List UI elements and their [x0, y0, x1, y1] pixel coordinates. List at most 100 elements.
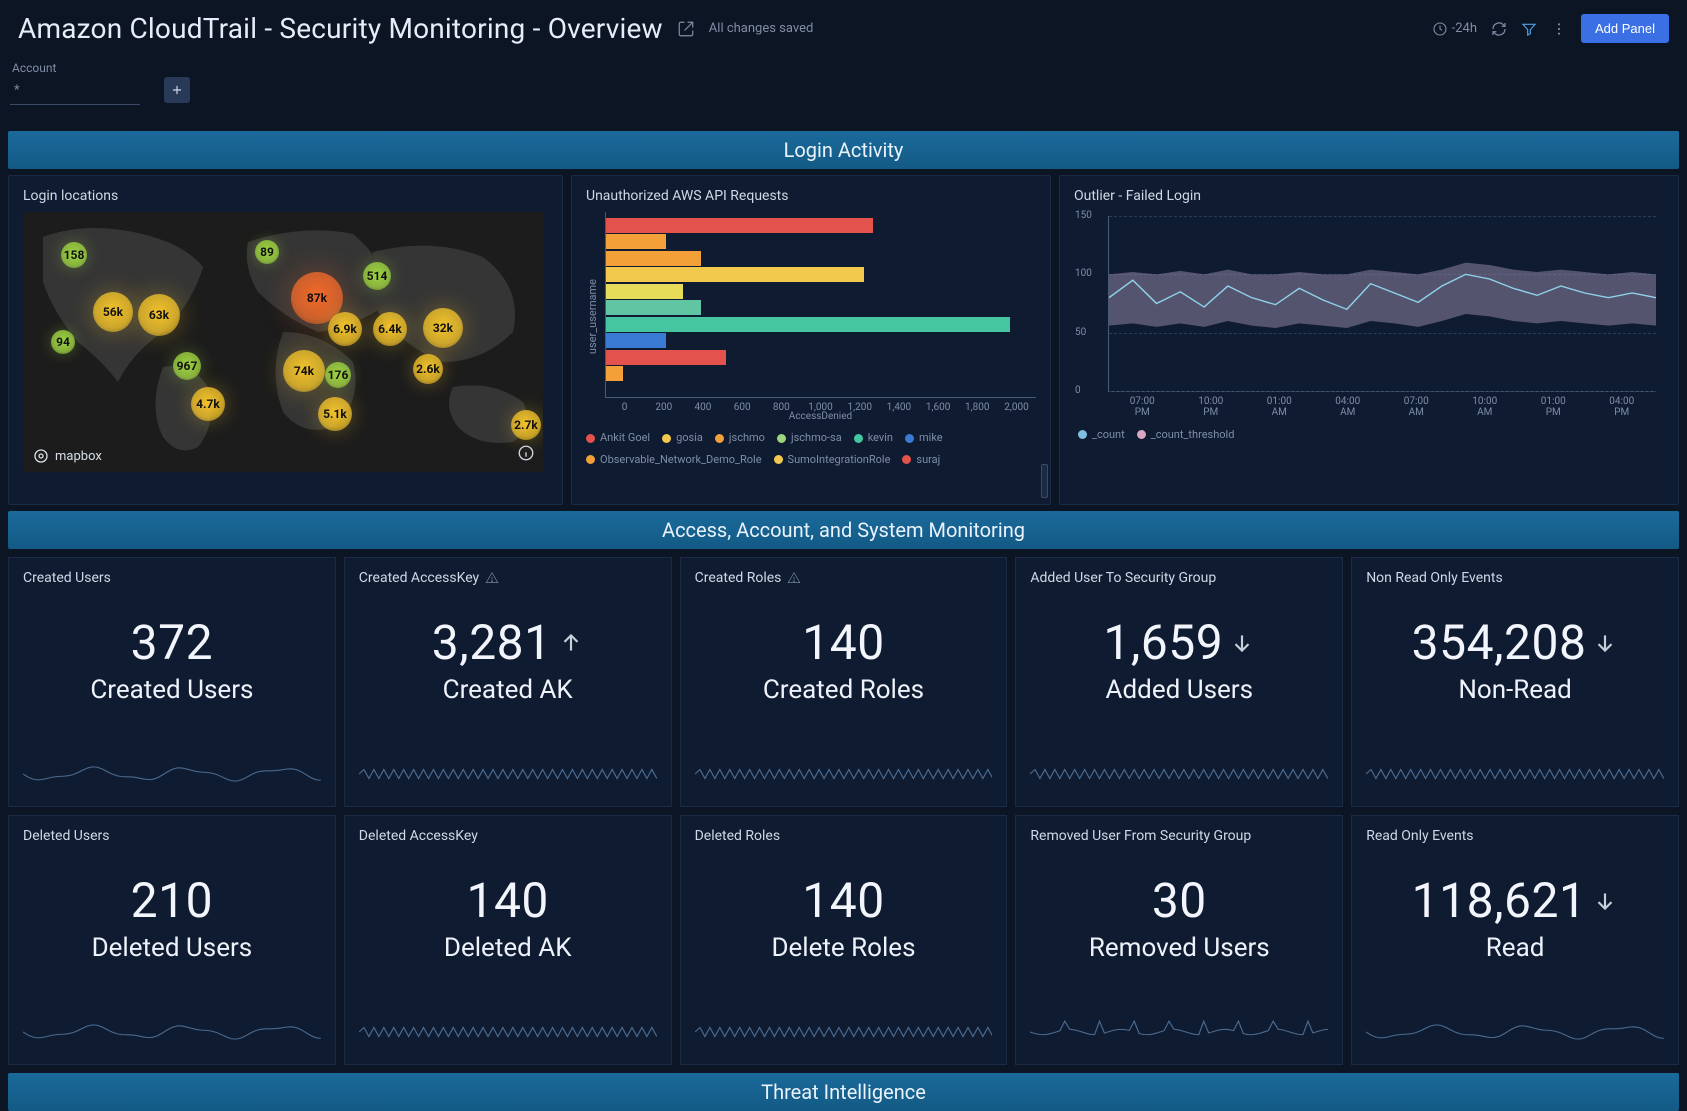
map-bubble[interactable]: 514	[363, 262, 391, 290]
filter-icon[interactable]	[1521, 21, 1537, 37]
save-status: All changes saved	[709, 21, 814, 36]
warning-icon	[787, 571, 801, 585]
metric-title: Deleted AccessKey	[359, 828, 657, 844]
metric-card[interactable]: Added User To Security Group1,659Added U…	[1015, 557, 1343, 807]
metric-sparkline	[1366, 756, 1664, 792]
map-bubble[interactable]: 63k	[138, 294, 180, 336]
bar-xlabel: AccessDenied	[605, 411, 1036, 422]
metric-sparkline	[695, 756, 993, 792]
panel-title: Outlier - Failed Login	[1074, 188, 1664, 204]
filter-account-value[interactable]: *	[10, 77, 140, 105]
outlier-chart[interactable]: 050100150 07:00 PM10:00 PM01:00 AM04:00 …	[1074, 212, 1664, 442]
panel-login-locations: Login locations 1588956k63k87k514946.9k6…	[8, 175, 563, 505]
bar-legend: Ankit Goel gosia jschmo jschmo-sa kevin mike O…	[586, 428, 1036, 471]
bar[interactable]	[606, 267, 864, 282]
bar[interactable]	[606, 333, 666, 348]
legend-item[interactable]: Ankit Goel	[586, 428, 650, 448]
map-bubble[interactable]: 4.7k	[191, 387, 225, 421]
metric-value: 30	[1030, 872, 1328, 929]
metric-sparkline	[695, 1014, 993, 1050]
metric-card[interactable]: Deleted AccessKey 140 Deleted AK	[344, 815, 672, 1065]
metric-label: Created Users	[23, 675, 321, 705]
bar[interactable]	[606, 218, 873, 233]
metric-card[interactable]: Created Users372Created Users	[8, 557, 336, 807]
metric-label: Deleted AK	[359, 933, 657, 963]
legend-item[interactable]: mike	[905, 428, 943, 448]
metric-title: Created AccessKey	[359, 570, 657, 586]
clock-icon	[1432, 21, 1448, 37]
metric-card[interactable]: Read Only Events118,621Read	[1351, 815, 1679, 1065]
metric-sparkline	[23, 756, 321, 792]
section-threat-band: Threat Intelligence	[8, 1073, 1679, 1111]
legend-item[interactable]: suraj	[902, 450, 940, 470]
add-panel-button[interactable]: Add Panel	[1581, 14, 1669, 43]
legend-item[interactable]: Observable_Network_Demo_Role	[586, 450, 762, 470]
metric-value: 372	[23, 614, 321, 671]
bar-scrollbar[interactable]	[1041, 464, 1048, 498]
legend-item[interactable]: jschmo	[715, 428, 765, 448]
refresh-icon[interactable]	[1491, 21, 1507, 37]
outlier-xaxis: 07:00 PM10:00 PM01:00 AM04:00 AM07:00 AM…	[1108, 396, 1656, 418]
metric-card[interactable]: Non Read Only Events 354,208 Non-Read	[1351, 557, 1679, 807]
metric-title: Non Read Only Events	[1366, 570, 1664, 586]
bar[interactable]	[606, 366, 623, 381]
map-bubble[interactable]: 5.1k	[318, 397, 352, 431]
trend-down-icon	[1592, 888, 1618, 914]
metric-card[interactable]: Created AccessKey3,281Created AK	[344, 557, 672, 807]
metric-label: Non-Read	[1366, 675, 1664, 705]
metric-value: 354,208	[1366, 614, 1664, 671]
timerange-picker[interactable]: -24h	[1432, 21, 1477, 37]
metric-label: Read	[1366, 933, 1664, 963]
bar[interactable]	[606, 284, 683, 299]
legend-item[interactable]: jschmo-sa	[777, 428, 842, 448]
map-bubble[interactable]: 158	[61, 242, 87, 268]
map-bubble[interactable]: 89	[255, 240, 279, 264]
section-login-band: Login Activity	[8, 131, 1679, 169]
metric-title: Read Only Events	[1366, 828, 1664, 844]
metric-card[interactable]: Removed User From Security Group30Remove…	[1015, 815, 1343, 1065]
bar[interactable]	[606, 350, 726, 365]
login-map[interactable]: 1588956k63k87k514946.9k6.4k32k96774k1762…	[23, 212, 543, 472]
metric-value: 210	[23, 872, 321, 929]
metric-card[interactable]: Deleted Roles140Delete Roles	[680, 815, 1008, 1065]
login-row: Login locations 1588956k63k87k514946.9k6…	[0, 175, 1687, 505]
bar-ylabel: user_username	[586, 279, 599, 354]
legend-item[interactable]: gosia	[662, 428, 703, 448]
legend-item[interactable]: kevin	[854, 428, 893, 448]
legend-item[interactable]: _count	[1078, 428, 1125, 441]
legend-item[interactable]: SumoIntegrationRole	[774, 450, 891, 470]
bar[interactable]	[606, 251, 701, 266]
map-bubble[interactable]: 967	[173, 352, 201, 380]
map-bubble[interactable]: 6.4k	[373, 312, 407, 346]
share-icon[interactable]	[677, 20, 695, 38]
info-icon[interactable]	[517, 444, 535, 466]
timerange-label: -24h	[1452, 21, 1477, 36]
metric-card[interactable]: Created Roles140Created Roles	[680, 557, 1008, 807]
metric-title: Created Roles	[695, 570, 993, 586]
map-bubble[interactable]: 94	[51, 330, 75, 354]
metrics-row-top: Created Users372Created UsersCreated Acc…	[0, 557, 1687, 807]
add-filter-button[interactable]	[164, 77, 190, 103]
more-icon[interactable]	[1551, 21, 1567, 37]
map-bubble[interactable]: 2.7k	[511, 410, 541, 440]
bar[interactable]	[606, 300, 701, 315]
bar[interactable]	[606, 234, 666, 249]
filter-account[interactable]: Account *	[10, 61, 140, 105]
metric-sparkline	[1030, 756, 1328, 792]
bar[interactable]	[606, 317, 1010, 332]
map-bubble[interactable]: 176	[325, 362, 351, 388]
map-bubble[interactable]: 74k	[283, 350, 325, 392]
map-bubble[interactable]: 32k	[423, 308, 463, 348]
metrics-row-bottom: Deleted Users210Deleted UsersDeleted Acc…	[0, 815, 1687, 1065]
map-bubble[interactable]: 56k	[93, 292, 133, 332]
metric-title: Added User To Security Group	[1030, 570, 1328, 586]
metric-card[interactable]: Deleted Users210Deleted Users	[8, 815, 336, 1065]
filter-bar: Account *	[0, 53, 1687, 125]
metric-label: Added Users	[1030, 675, 1328, 705]
mapbox-attribution: mapbox	[33, 448, 102, 464]
metric-value: 140	[359, 872, 657, 929]
legend-item[interactable]: _count_threshold	[1137, 428, 1235, 441]
bar-chart[interactable]: user_username 02004006008001,0001,2001,4…	[586, 212, 1036, 422]
map-bubble[interactable]: 2.6k	[413, 354, 443, 384]
map-bubble[interactable]: 6.9k	[328, 312, 362, 346]
